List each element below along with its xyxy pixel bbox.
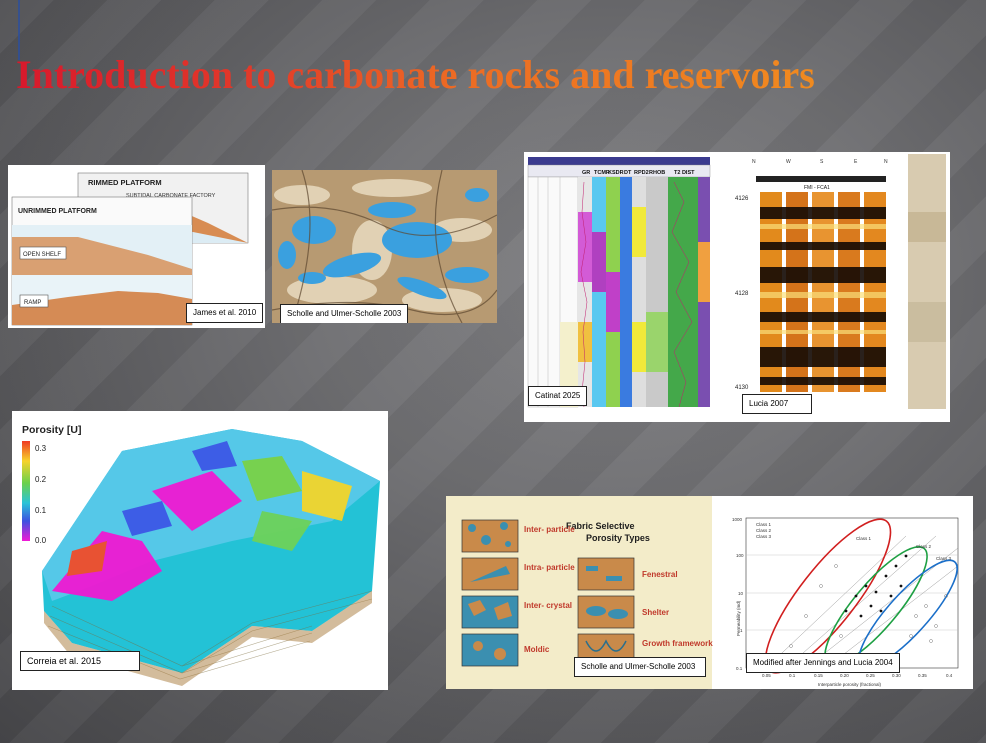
unrimmed-label: UNRIMMED PLATFORM xyxy=(18,208,97,215)
slide-title: Introduction to carbonate rocks and rese… xyxy=(16,50,815,100)
well-log-panel: GR TCMR KSDR DT RPD2 RHOB T2 DIST N W S … xyxy=(524,152,950,422)
type-intraparticle: Intra- particle xyxy=(524,563,575,572)
open-shelf-label: OPEN SHELF xyxy=(23,252,61,258)
borehole-caption: Lucia 2007 xyxy=(742,394,812,414)
type-shelter: Shelter xyxy=(642,608,669,617)
x-tick-01: 0.1 xyxy=(789,673,796,678)
track-rhob: RHOB xyxy=(649,170,665,176)
plot-legend-class1: Class 1 xyxy=(756,522,772,527)
well-log-figure: GR TCMR KSDR DT RPD2 RHOB T2 DIST N W S … xyxy=(524,152,950,422)
ramp-label: RAMP xyxy=(24,300,41,306)
type-intercrystal: Inter- crystal xyxy=(524,601,572,610)
thin-section-caption: Scholle and Ulmer-Scholle 2003 xyxy=(280,304,409,323)
rimmed-label: RIMMED PLATFORM xyxy=(88,178,162,187)
ellipse-label-class3: Class 3 xyxy=(936,556,952,561)
x-tick-025: 0.25 xyxy=(866,673,875,678)
depth-4130: 4130 xyxy=(735,385,749,391)
track-gr: GR xyxy=(582,170,590,176)
compass-n1: N xyxy=(752,159,756,165)
platform-caption: James et al. 2010 xyxy=(186,303,264,323)
well-log-caption: Catinat 2025 xyxy=(528,386,588,406)
ellipse-label-class2: Class 2 xyxy=(916,544,932,549)
y-tick-10: 10 xyxy=(738,591,744,596)
porosity-types-caption: Scholle and Ulmer-Scholle 2003 xyxy=(574,657,706,677)
track-dt: DT xyxy=(624,170,632,176)
x-tick-035: 0.35 xyxy=(918,673,927,678)
compass-n2: N xyxy=(884,159,888,165)
porosity-model-figure: Porosity [U] 0.3 0.2 0.1 0.0 Correia et … xyxy=(12,411,388,690)
platform-figure: RIMMED PLATFORM SUBTIDAL CARBONATE FACTO… xyxy=(8,165,265,328)
type-fenestral: Fenestral xyxy=(642,570,678,579)
type-interparticle: Inter- particle xyxy=(524,525,575,534)
x-axis-label: Interparticle porosity (fractional) xyxy=(818,682,882,687)
compass-w: W xyxy=(786,159,791,165)
y-tick-100: 100 xyxy=(736,553,744,558)
plot-legend-class2: Class 2 xyxy=(756,528,772,533)
y-tick-1000: 1000 xyxy=(732,517,743,522)
permeability-caption: Modified after Jennings and Lucia 2004 xyxy=(746,653,900,673)
x-tick-020: 0.20 xyxy=(840,673,849,678)
track-t2dist: T2 DIST xyxy=(674,170,695,176)
thin-section-image xyxy=(272,170,497,323)
porosity-model-image: Porosity [U] 0.3 0.2 0.1 0.0 xyxy=(12,411,388,690)
y-tick-01: 0.1 xyxy=(736,666,743,671)
plot-legend-class3: Class 3 xyxy=(756,534,772,539)
x-tick-015: 0.15 xyxy=(814,673,823,678)
type-moldic: Moldic xyxy=(524,645,550,654)
fmi-header: FMI - FCA1 xyxy=(804,185,830,191)
y-axis-label: Permeability (md) xyxy=(736,600,741,636)
x-tick-005: 0.05 xyxy=(762,673,771,678)
legend-tick-02: 0.2 xyxy=(35,475,47,484)
legend-tick-03: 0.3 xyxy=(35,444,47,453)
x-tick-04: 0.4 xyxy=(946,673,953,678)
type-growth-framework: Growth framework xyxy=(642,639,713,648)
legend-tick-01: 0.1 xyxy=(35,506,47,515)
track-rpd2: RPD2 xyxy=(634,170,649,176)
porosity-legend-bar xyxy=(22,441,30,541)
depth-4126: 4126 xyxy=(735,196,749,202)
types-heading-2: Porosity Types xyxy=(586,533,650,543)
x-tick-030: 0.30 xyxy=(892,673,901,678)
porosity-types-figure: Fabric Selective Porosity Types Inter- p… xyxy=(446,496,973,689)
track-ksdr: KSDR xyxy=(608,170,624,176)
depth-4128: 4128 xyxy=(735,291,749,297)
legend-title: Porosity [U] xyxy=(22,424,82,436)
legend-tick-00: 0.0 xyxy=(35,536,47,545)
types-heading-1: Fabric Selective xyxy=(566,521,635,531)
porosity-model-caption: Correia et al. 2015 xyxy=(20,651,140,671)
thin-section-figure: Scholle and Ulmer-Scholle 2003 xyxy=(272,170,497,323)
ellipse-label-class1: Class 1 xyxy=(856,536,872,541)
